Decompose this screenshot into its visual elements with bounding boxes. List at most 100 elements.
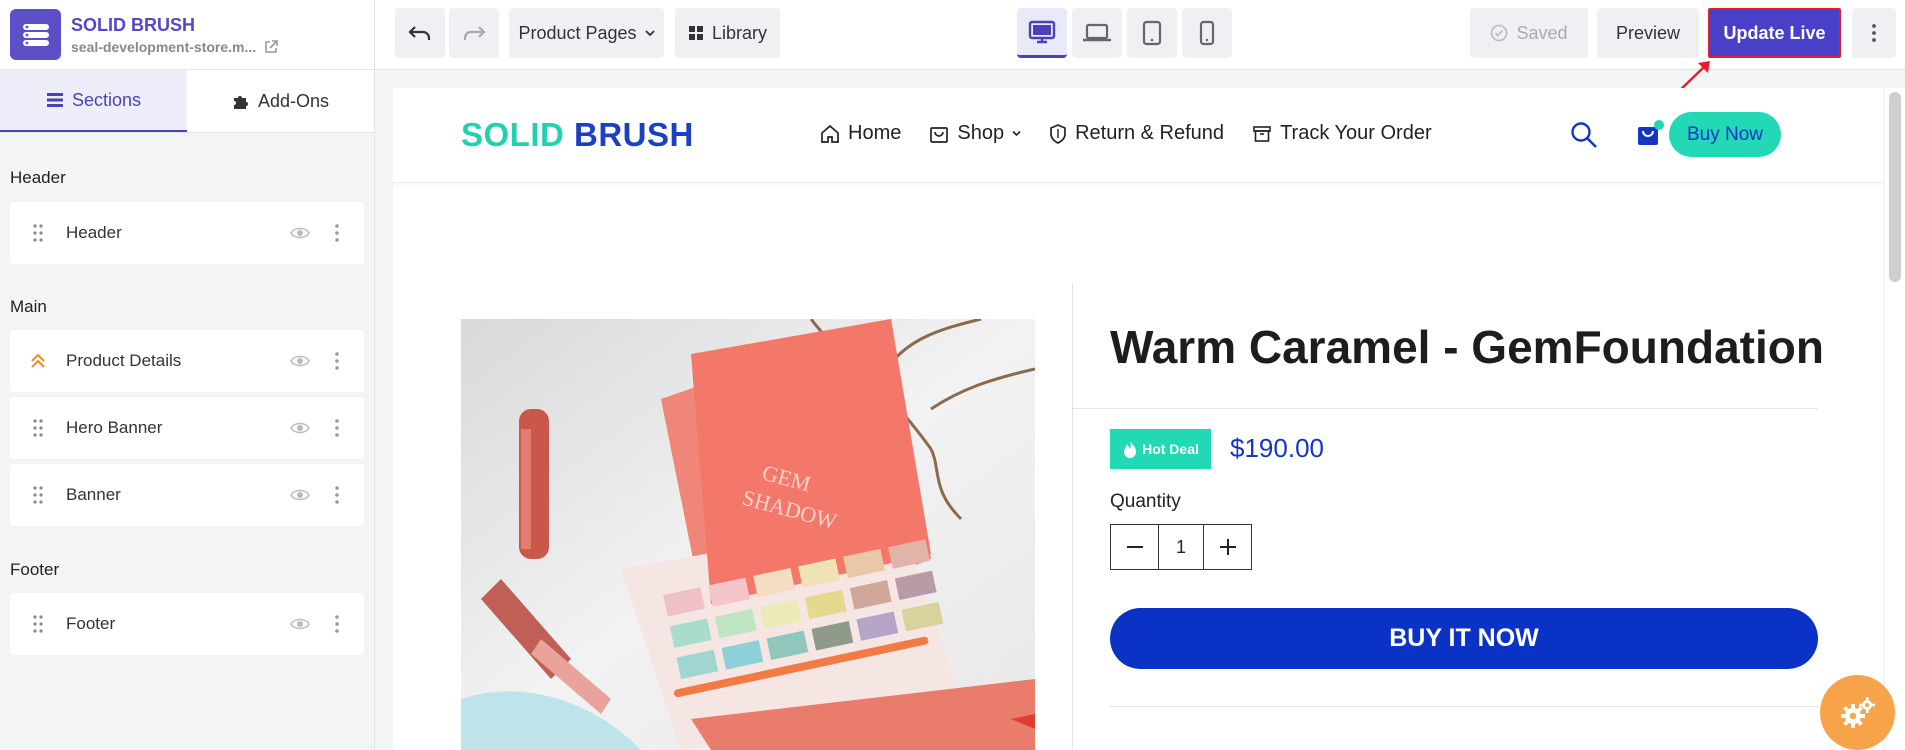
site-logo-part1: SOLID — [461, 116, 565, 153]
site-logo-part2: BRUSH — [574, 116, 694, 153]
cart-icon[interactable] — [1635, 118, 1665, 148]
header-buy-now-button[interactable]: Buy Now — [1669, 112, 1781, 157]
flame-icon — [1122, 439, 1138, 459]
section-item-label: Banner — [66, 485, 121, 504]
store-url: seal-development-store.m... — [71, 39, 257, 55]
group-title-footer: Footer — [10, 560, 60, 579]
check-circle-icon — [1490, 24, 1508, 42]
section-item-banner[interactable]: Banner — [10, 464, 364, 526]
nav-item-shop[interactable]: Shop — [929, 122, 1021, 145]
drag-handle-icon[interactable] — [28, 615, 48, 633]
eye-icon[interactable] — [290, 354, 312, 368]
section-item-header[interactable]: Header — [10, 202, 364, 264]
more-vertical-icon[interactable] — [334, 486, 342, 504]
more-vertical-icon[interactable] — [334, 419, 342, 437]
nav-item-home[interactable]: Home — [820, 122, 901, 145]
nav-label: Track Your Order — [1280, 122, 1432, 144]
eye-icon[interactable] — [290, 421, 312, 435]
settings-fab-button[interactable] — [1820, 675, 1895, 750]
undo-button[interactable] — [395, 8, 445, 58]
external-link-icon — [264, 40, 278, 54]
group-title-header: Header — [10, 168, 66, 187]
scrollbar-thumb[interactable] — [1889, 92, 1901, 282]
device-tablet-button[interactable] — [1127, 8, 1177, 58]
more-options-button[interactable] — [1852, 8, 1896, 58]
site-nav: Home Shop Return & Refund Track Your Ord… — [820, 122, 1432, 145]
gears-icon — [1839, 696, 1877, 730]
section-item-product-details[interactable]: Product Details — [10, 330, 364, 392]
update-live-label: Update Live — [1723, 22, 1826, 43]
tab-sections-label: Sections — [71, 89, 142, 110]
section-item-label: Hero Banner — [66, 418, 163, 437]
saved-status-button[interactable]: Saved — [1470, 8, 1588, 58]
quantity-increase-button[interactable] — [1204, 525, 1251, 569]
shield-icon — [1049, 123, 1067, 144]
product-image[interactable]: GEM SHADOW — [461, 319, 1035, 750]
preview-label: Preview — [1615, 22, 1681, 43]
more-vertical-icon[interactable] — [334, 224, 342, 242]
hot-deal-label: Hot Deal — [1142, 441, 1199, 457]
section-item-label: Header — [66, 223, 122, 242]
sections-icon — [46, 92, 64, 108]
bag-icon — [929, 124, 949, 144]
quantity-input[interactable]: 1 — [1158, 525, 1204, 569]
redo-icon — [462, 24, 486, 42]
nav-label: Home — [848, 122, 902, 144]
update-live-button[interactable]: Update Live — [1708, 8, 1841, 58]
column-divider — [1072, 283, 1073, 750]
title-divider — [1073, 408, 1818, 409]
buy-it-now-button[interactable]: BUY IT NOW — [1110, 608, 1818, 669]
quantity-decrease-button[interactable] — [1111, 525, 1158, 569]
library-button[interactable]: Library — [675, 8, 780, 58]
tab-add-ons-label: Add-Ons — [257, 90, 330, 111]
canvas-scrollbar[interactable] — [1885, 88, 1905, 750]
sidebar-tabs: Sections Add-Ons — [0, 70, 374, 133]
search-icon[interactable] — [1570, 121, 1598, 149]
desktop-icon — [1028, 20, 1056, 44]
more-vertical-icon[interactable] — [334, 615, 342, 633]
section-item-label: Footer — [66, 614, 116, 633]
more-vertical-icon[interactable] — [334, 352, 342, 370]
device-mobile-button[interactable] — [1182, 8, 1232, 58]
saved-label: Saved — [1516, 22, 1568, 43]
nav-item-track-order[interactable]: Track Your Order — [1252, 122, 1432, 145]
nav-label: Return & Refund — [1075, 122, 1225, 144]
group-title-main: Main — [10, 297, 47, 316]
section-divider — [1110, 706, 1818, 707]
device-laptop-button[interactable] — [1072, 8, 1122, 58]
section-item-hero-banner[interactable]: Hero Banner — [10, 397, 364, 459]
puzzle-icon — [232, 92, 250, 110]
box-icon — [1252, 125, 1272, 143]
preview-button[interactable]: Preview — [1597, 8, 1699, 58]
nav-item-return-refund[interactable]: Return & Refund — [1049, 122, 1224, 145]
chevrons-up-icon[interactable] — [28, 353, 48, 369]
section-item-footer[interactable]: Footer — [10, 593, 364, 655]
page-type-label: Product Pages — [518, 22, 637, 43]
tab-add-ons[interactable]: Add-Ons — [187, 70, 374, 132]
eye-icon[interactable] — [290, 488, 312, 502]
device-desktop-button[interactable] — [1017, 8, 1067, 58]
store-preview-canvas: SOLID BRUSH Home Shop Return & Refund Tr… — [393, 88, 1883, 750]
mobile-icon — [1199, 20, 1215, 46]
laptop-icon — [1082, 23, 1112, 43]
editor-sidebar: SOLID BRUSH seal-development-store.m... … — [0, 0, 375, 750]
chevron-down-icon — [1012, 130, 1021, 137]
quantity-label: Quantity — [1110, 491, 1181, 512]
more-vertical-icon — [1871, 23, 1877, 43]
store-url-link[interactable]: seal-development-store.m... — [71, 39, 278, 55]
site-logo[interactable]: SOLID BRUSH — [461, 116, 694, 154]
tab-sections[interactable]: Sections — [0, 70, 187, 132]
eye-icon[interactable] — [290, 226, 312, 240]
minus-icon — [1126, 545, 1143, 549]
undo-icon — [408, 24, 432, 42]
site-header: SOLID BRUSH Home Shop Return & Refund Tr… — [393, 88, 1883, 183]
drag-handle-icon[interactable] — [28, 224, 48, 242]
product-title: Warm Caramel - GemFoundation — [1110, 321, 1824, 373]
app-logo-icon[interactable] — [10, 9, 61, 60]
eye-icon[interactable] — [290, 617, 312, 631]
redo-button[interactable] — [449, 8, 499, 58]
drag-handle-icon[interactable] — [28, 486, 48, 504]
quantity-stepper: 1 — [1110, 524, 1252, 570]
drag-handle-icon[interactable] — [28, 419, 48, 437]
page-type-select[interactable]: Product Pages — [509, 8, 664, 58]
